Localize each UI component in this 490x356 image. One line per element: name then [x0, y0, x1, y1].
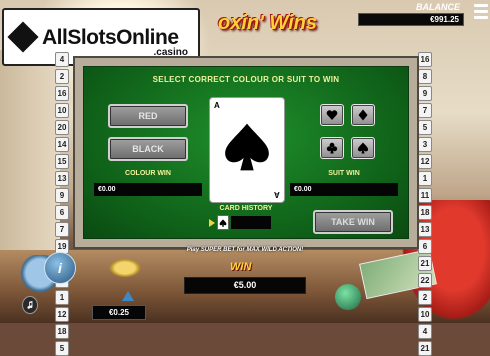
payline-right-22: 22 [418, 273, 432, 288]
diamond-logo-icon [7, 21, 39, 53]
red-button[interactable]: RED [108, 104, 188, 128]
wall-panel [0, 50, 60, 250]
coin-stack [108, 258, 142, 278]
win-label: WIN [230, 261, 252, 273]
payline-right-11: 11 [418, 188, 432, 203]
take-win-button[interactable]: TAKE WIN [313, 210, 393, 234]
colour-win-label: COLOUR WIN [125, 170, 171, 177]
payline-left-2: 2 [55, 69, 69, 84]
card-rank-top: A [214, 101, 220, 110]
payline-right-1: 1 [418, 171, 432, 186]
balance-value: €991.25 [358, 13, 464, 26]
spade-button[interactable] [351, 137, 375, 159]
spade-icon [357, 142, 369, 154]
payline-right-10: 10 [418, 307, 432, 322]
payline-left-15: 15 [55, 154, 69, 169]
black-button[interactable]: BLACK [108, 137, 188, 161]
balance-label: BALANCE [416, 2, 460, 12]
payline-right-3: 3 [418, 137, 432, 152]
payline-left-5: 5 [55, 341, 69, 356]
payline-right-9: 9 [418, 86, 432, 101]
payline-left-6: 6 [55, 205, 69, 220]
payline-right-4: 4 [418, 324, 432, 339]
payline-right-2: 2 [418, 290, 432, 305]
payline-left-9: 9 [55, 188, 69, 203]
payline-right-13: 13 [418, 222, 432, 237]
diamond-icon [358, 109, 368, 121]
payline-left-16: 16 [55, 86, 69, 101]
payline-right-6: 6 [418, 239, 432, 254]
diamond-button[interactable] [351, 104, 375, 126]
info-icon[interactable]: i [44, 252, 76, 284]
balance-display: BALANCE €991.25 [338, 2, 466, 26]
history-slots [231, 216, 271, 229]
spade-icon [219, 218, 227, 227]
spade-icon [225, 123, 269, 171]
payline-left-7: 7 [55, 222, 69, 237]
win-value: €5.00 [184, 277, 306, 294]
gamble-instruction: SELECT CORRECT COLOUR OR SUIT TO WIN [152, 75, 340, 84]
playing-card: A A [209, 97, 285, 203]
payline-left-10: 10 [55, 103, 69, 118]
suit-win-label: SUIT WIN [328, 170, 360, 177]
payline-left-14: 14 [55, 137, 69, 152]
menu-icon[interactable] [474, 2, 488, 20]
payline-right-21: 21 [418, 256, 432, 271]
payline-indicators-right: 16 8 9 7 5 3 12 1 11 18 13 6 21 22 2 10 4 21 [418, 52, 432, 356]
payline-right-12: 12 [418, 154, 432, 169]
bet-up-arrow-icon[interactable] [122, 291, 134, 301]
suit-win-value: €0.00 [290, 183, 398, 196]
sound-icon[interactable] [22, 296, 38, 314]
history-card [217, 215, 229, 230]
heart-button[interactable] [320, 104, 344, 126]
card-rank-bottom: A [274, 190, 280, 199]
payline-right-21: 21 [418, 341, 432, 356]
payline-right-18: 18 [418, 205, 432, 220]
bet-value: €0.25 [92, 305, 146, 320]
payline-left-18: 18 [55, 324, 69, 339]
heart-icon [326, 110, 338, 120]
payline-left-4: 4 [55, 52, 69, 67]
payline-right-7: 7 [418, 103, 432, 118]
watermark-text: AllSlotsOnline [42, 25, 179, 49]
payline-right-8: 8 [418, 69, 432, 84]
club-button[interactable] [320, 137, 344, 159]
colour-win-value: €0.00 [94, 183, 202, 196]
globe-decoration [335, 284, 361, 310]
gamble-felt: SELECT CORRECT COLOUR OR SUIT TO WIN RED… [83, 66, 409, 239]
payline-left-13: 13 [55, 171, 69, 186]
history-arrow-icon [209, 218, 215, 227]
payline-left-1: 1 [55, 290, 69, 305]
card-history [209, 215, 271, 230]
payline-left-20: 20 [55, 120, 69, 135]
payline-indicators-left: 42161020141513967191117112185 [55, 52, 69, 356]
payline-left-12: 12 [55, 307, 69, 322]
card-history-label: CARD HISTORY [219, 205, 273, 212]
game-title: oxin' Wins [218, 12, 318, 34]
gamble-panel: SELECT CORRECT COLOUR OR SUIT TO WIN RED… [73, 56, 419, 249]
payline-right-16: 16 [418, 52, 432, 67]
club-icon [326, 142, 338, 154]
payline-right-5: 5 [418, 120, 432, 135]
super-bet-text: Play SUPER BET for MAX WILD ACTION! [186, 247, 304, 253]
